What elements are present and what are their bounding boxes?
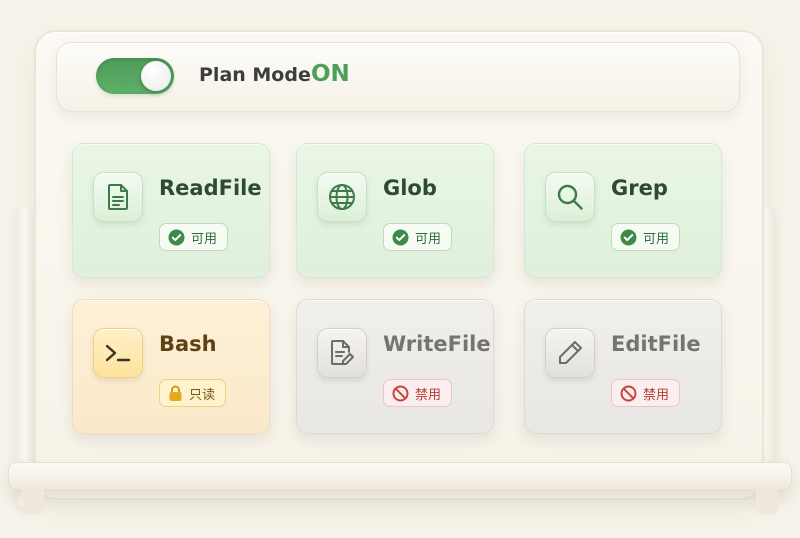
status-text: 可用: [191, 231, 218, 247]
tool-name: ReadFile: [159, 176, 262, 200]
status-badge: 禁用: [383, 379, 453, 407]
globe-icon: [317, 172, 367, 222]
tool-card-bash[interactable]: Bash 只读: [72, 299, 270, 434]
status-badge: 可用: [159, 223, 229, 251]
plan-mode-label: Plan Mode: [199, 64, 311, 86]
tool-name: Glob: [383, 176, 437, 200]
shelf-leg-left: [22, 488, 44, 514]
tool-card-writefile[interactable]: WriteFile 禁用: [296, 299, 494, 434]
status-badge: 可用: [611, 223, 681, 251]
status-text: 禁用: [643, 387, 670, 403]
tool-card-grep[interactable]: Grep 可用: [524, 143, 722, 278]
terminal-icon: [93, 328, 143, 378]
tool-card-editfile[interactable]: EditFile 禁用: [524, 299, 722, 434]
tool-card-glob[interactable]: Glob 可用: [296, 143, 494, 278]
check-circle-icon: [392, 229, 409, 246]
pencil-icon: [545, 328, 595, 378]
lock-icon: [168, 385, 183, 402]
check-circle-icon: [620, 229, 637, 246]
status-badge: 可用: [383, 223, 453, 251]
status-text: 禁用: [415, 387, 442, 403]
forbidden-icon: [620, 385, 637, 402]
status-text: 只读: [189, 387, 216, 403]
shelf-leg-right: [756, 488, 778, 514]
tool-name: Grep: [611, 176, 668, 200]
search-icon: [545, 172, 595, 222]
tool-name: EditFile: [611, 332, 701, 356]
status-badge: 禁用: [611, 379, 681, 407]
plan-mode-state: ON: [311, 61, 350, 87]
check-circle-icon: [168, 229, 185, 246]
tool-name: WriteFile: [383, 332, 491, 356]
status-text: 可用: [643, 231, 670, 247]
file-text-icon: [93, 172, 143, 222]
plan-mode-toggle[interactable]: [96, 58, 174, 94]
forbidden-icon: [392, 385, 409, 402]
tool-card-readfile[interactable]: ReadFile 可用: [72, 143, 270, 278]
shelf-ledge: [8, 462, 792, 490]
file-edit-icon: [317, 328, 367, 378]
status-text: 可用: [415, 231, 442, 247]
status-badge: 只读: [159, 379, 227, 407]
tool-name: Bash: [159, 332, 217, 356]
toggle-knob[interactable]: [141, 61, 171, 91]
